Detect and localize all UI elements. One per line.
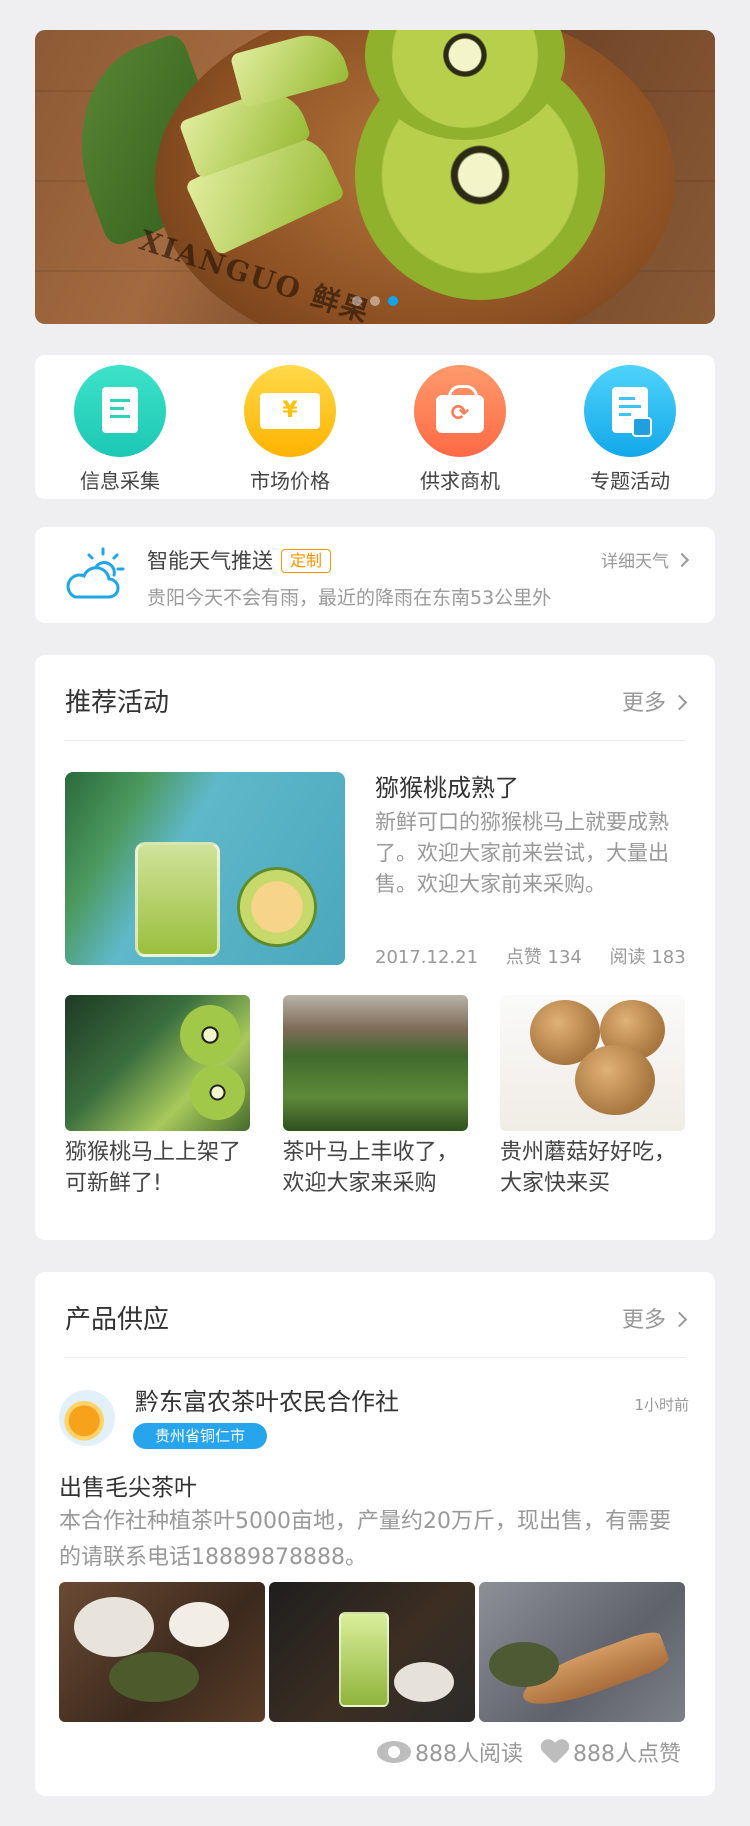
- more-link[interactable]: 更多: [621, 685, 688, 717]
- entry-info-collection[interactable]: 信息采集: [55, 365, 185, 494]
- section-title: 推荐活动: [65, 688, 170, 718]
- custom-tag[interactable]: 定制: [281, 549, 332, 573]
- weather-subtitle: 贵阳今天不会有雨，最近的降雨在东南53公里外: [147, 587, 552, 609]
- tea-spoon-photo[interactable]: [479, 1582, 685, 1722]
- weather-detail-link[interactable]: 详细天气: [601, 547, 690, 572]
- activity-item[interactable]: 猕猴桃马上上架了可新鲜了!: [65, 995, 250, 1199]
- activity-caption: 猕猴桃马上上架了可新鲜了!: [65, 1140, 242, 1196]
- organization-name[interactable]: 黔东富农茶叶农民合作社: [135, 1382, 399, 1417]
- entry-label: 供求商机: [420, 469, 500, 493]
- featured-meta: 2017.12.21 点赞 134 阅读 183: [375, 943, 686, 969]
- document-icon: [74, 365, 166, 457]
- carousel-dot-active[interactable]: [388, 296, 398, 306]
- featured-likes: 点赞 134: [505, 947, 582, 968]
- post-photos: [59, 1582, 685, 1722]
- featured-title[interactable]: 猕猴桃成熟了: [375, 768, 519, 803]
- weather-title: 智能天气推送 定制: [147, 545, 332, 575]
- featured-date: 2017.12.21: [375, 947, 479, 968]
- edit-sheet-icon: [584, 365, 676, 457]
- banner-carousel[interactable]: XIANGUO 鲜果: [35, 30, 715, 324]
- post-time: 1小时前: [634, 1396, 689, 1414]
- like-count-text: 888人点赞: [573, 1742, 681, 1767]
- eye-icon: [377, 1741, 411, 1763]
- cloud-sun-icon: [66, 547, 125, 599]
- more-text: 更多: [621, 1308, 666, 1333]
- shopping-bag-icon: ⟳: [414, 365, 506, 457]
- entry-market-price[interactable]: ¥ 市场价格: [225, 365, 355, 494]
- like-button[interactable]: 888人点赞: [541, 1736, 681, 1768]
- activity-item[interactable]: 茶叶马上丰收了，欢迎大家来采购: [282, 995, 468, 1199]
- section-header: 推荐活动 更多: [65, 655, 688, 741]
- featured-image[interactable]: [65, 772, 345, 965]
- carousel-dots: [35, 296, 715, 306]
- featured-description: 新鲜可口的猕猴桃马上就要成熟了。欢迎大家前来尝试，大量出售。欢迎大家前来采购。: [375, 810, 669, 896]
- mushroom-image: [500, 995, 685, 1131]
- chevron-right-icon: [671, 1311, 688, 1328]
- post-body: 本合作社种植茶叶5000亩地，产量约20万斤，现出售，有需要的请联系电话1888…: [59, 1509, 671, 1570]
- chevron-right-icon: [674, 552, 690, 568]
- more-text: 更多: [621, 691, 666, 716]
- avatar[interactable]: [59, 1390, 115, 1446]
- post-stats: 888人阅读 888人点赞: [359, 1736, 681, 1768]
- chevron-right-icon: [671, 694, 688, 711]
- activity-item[interactable]: 贵州蘑菇好好吃，大家快来买: [500, 995, 685, 1199]
- weather-detail-text: 详细天气: [601, 552, 669, 572]
- entry-label: 专题活动: [590, 469, 670, 493]
- read-count: 888人阅读: [377, 1736, 523, 1768]
- green-tea-photo[interactable]: [269, 1582, 475, 1722]
- supply-card: 产品供应 更多 黔东富农茶叶农民合作社 贵州省铜仁市 1小时前 出售毛尖茶叶 本…: [35, 1272, 715, 1796]
- entry-special-events[interactable]: 专题活动: [565, 365, 695, 494]
- location-badge: 贵州省铜仁市: [133, 1423, 268, 1449]
- kiwi-juice-jar-image: [135, 842, 220, 957]
- post-title[interactable]: 出售毛尖茶叶: [59, 1468, 197, 1502]
- heart-icon: [541, 1740, 569, 1764]
- entry-label: 市场价格: [250, 469, 330, 493]
- section-title: 产品供应: [65, 1305, 170, 1335]
- recommend-card: 推荐活动 更多 猕猴桃成熟了 新鲜可口的猕猴桃马上就要成熟了。欢迎大家前来尝试，…: [35, 655, 715, 1240]
- carousel-dot[interactable]: [352, 296, 362, 306]
- melon-image: [237, 867, 317, 947]
- yen-ticket-icon: ¥: [244, 365, 336, 457]
- more-link[interactable]: 更多: [621, 1302, 688, 1334]
- entry-supply-demand[interactable]: ⟳ 供求商机: [395, 365, 525, 494]
- kiwi-drink-image: [65, 995, 250, 1131]
- carousel-dot[interactable]: [370, 296, 380, 306]
- activity-list: 猕猴桃马上上架了可新鲜了! 茶叶马上丰收了，欢迎大家来采购 贵州蘑菇好好吃，大家…: [65, 995, 685, 1199]
- activity-caption: 茶叶马上丰收了，欢迎大家来采购: [282, 1140, 459, 1196]
- weather-title-text: 智能天气推送: [147, 549, 273, 573]
- entry-label: 信息采集: [80, 469, 160, 493]
- featured-reads: 阅读 183: [609, 947, 686, 968]
- tea-leaves-photo[interactable]: [59, 1582, 265, 1722]
- weather-card[interactable]: 智能天气推送 定制 贵阳今天不会有雨，最近的降雨在东南53公里外 详细天气: [35, 527, 715, 623]
- tea-harvest-image: [282, 995, 468, 1131]
- read-count-text: 888人阅读: [415, 1742, 523, 1767]
- quick-entry-card: 信息采集 ¥ 市场价格 ⟳ 供求商机 专题活动: [35, 355, 715, 499]
- section-header: 产品供应 更多: [65, 1272, 688, 1358]
- activity-caption: 贵州蘑菇好好吃，大家快来买: [500, 1140, 677, 1196]
